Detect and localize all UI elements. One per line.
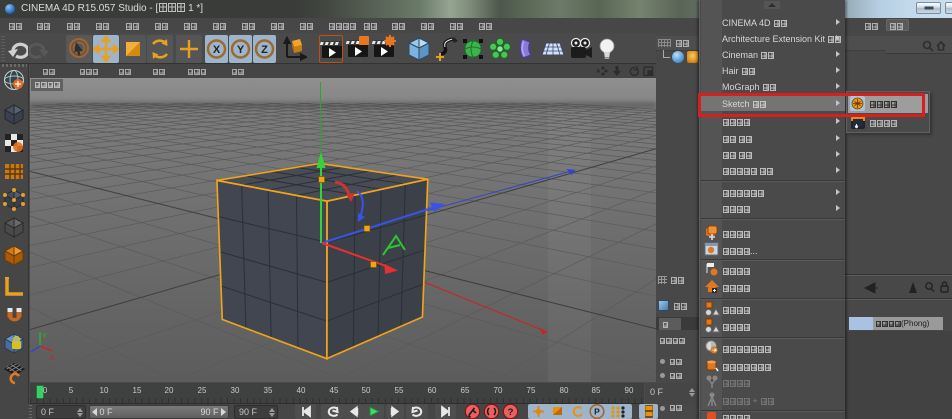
svg-text:X: X	[50, 355, 55, 362]
svg-text:P: P	[594, 407, 600, 417]
svg-text:X: X	[213, 44, 221, 56]
svg-text:Y: Y	[42, 333, 47, 340]
svg-text:Y: Y	[237, 44, 245, 56]
svg-text:?: ?	[508, 407, 514, 418]
svg-text:Z: Z	[261, 44, 268, 56]
